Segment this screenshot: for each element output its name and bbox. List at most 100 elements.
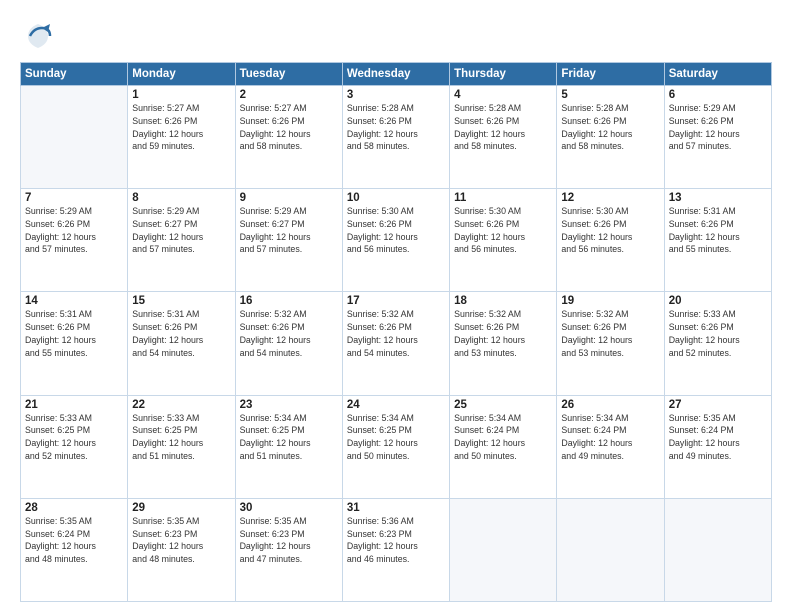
calendar-cell: 16Sunrise: 5:32 AM Sunset: 6:26 PM Dayli… xyxy=(235,292,342,395)
calendar-cell: 18Sunrise: 5:32 AM Sunset: 6:26 PM Dayli… xyxy=(450,292,557,395)
day-number: 20 xyxy=(669,295,767,307)
calendar-cell: 8Sunrise: 5:29 AM Sunset: 6:27 PM Daylig… xyxy=(128,189,235,292)
calendar-cell: 11Sunrise: 5:30 AM Sunset: 6:26 PM Dayli… xyxy=(450,189,557,292)
day-number: 19 xyxy=(561,295,659,307)
day-number: 1 xyxy=(132,89,230,101)
calendar-cell: 15Sunrise: 5:31 AM Sunset: 6:26 PM Dayli… xyxy=(128,292,235,395)
day-info: Sunrise: 5:27 AM Sunset: 6:26 PM Dayligh… xyxy=(132,102,230,153)
day-info: Sunrise: 5:34 AM Sunset: 6:25 PM Dayligh… xyxy=(347,412,445,463)
logo-icon xyxy=(20,18,56,54)
day-info: Sunrise: 5:28 AM Sunset: 6:26 PM Dayligh… xyxy=(561,102,659,153)
day-number: 22 xyxy=(132,399,230,411)
calendar-cell: 27Sunrise: 5:35 AM Sunset: 6:24 PM Dayli… xyxy=(664,395,771,498)
day-number: 8 xyxy=(132,192,230,204)
day-number: 13 xyxy=(669,192,767,204)
day-number: 4 xyxy=(454,89,552,101)
day-info: Sunrise: 5:28 AM Sunset: 6:26 PM Dayligh… xyxy=(347,102,445,153)
calendar-cell: 10Sunrise: 5:30 AM Sunset: 6:26 PM Dayli… xyxy=(342,189,449,292)
calendar-cell: 26Sunrise: 5:34 AM Sunset: 6:24 PM Dayli… xyxy=(557,395,664,498)
calendar-cell: 22Sunrise: 5:33 AM Sunset: 6:25 PM Dayli… xyxy=(128,395,235,498)
calendar-cell: 13Sunrise: 5:31 AM Sunset: 6:26 PM Dayli… xyxy=(664,189,771,292)
calendar-cell xyxy=(450,498,557,601)
day-number: 27 xyxy=(669,399,767,411)
day-info: Sunrise: 5:33 AM Sunset: 6:25 PM Dayligh… xyxy=(25,412,123,463)
calendar-week-5: 28Sunrise: 5:35 AM Sunset: 6:24 PM Dayli… xyxy=(21,498,772,601)
day-number: 12 xyxy=(561,192,659,204)
day-info: Sunrise: 5:33 AM Sunset: 6:26 PM Dayligh… xyxy=(669,308,767,359)
day-number: 31 xyxy=(347,502,445,514)
calendar-week-2: 7Sunrise: 5:29 AM Sunset: 6:26 PM Daylig… xyxy=(21,189,772,292)
header xyxy=(20,18,772,54)
weekday-header-saturday: Saturday xyxy=(664,63,771,86)
day-number: 28 xyxy=(25,502,123,514)
day-info: Sunrise: 5:34 AM Sunset: 6:24 PM Dayligh… xyxy=(454,412,552,463)
calendar-cell: 6Sunrise: 5:29 AM Sunset: 6:26 PM Daylig… xyxy=(664,86,771,189)
calendar-cell: 3Sunrise: 5:28 AM Sunset: 6:26 PM Daylig… xyxy=(342,86,449,189)
calendar-cell: 5Sunrise: 5:28 AM Sunset: 6:26 PM Daylig… xyxy=(557,86,664,189)
weekday-header-monday: Monday xyxy=(128,63,235,86)
day-number: 9 xyxy=(240,192,338,204)
weekday-header-sunday: Sunday xyxy=(21,63,128,86)
calendar-cell: 7Sunrise: 5:29 AM Sunset: 6:26 PM Daylig… xyxy=(21,189,128,292)
calendar-cell: 1Sunrise: 5:27 AM Sunset: 6:26 PM Daylig… xyxy=(128,86,235,189)
day-info: Sunrise: 5:31 AM Sunset: 6:26 PM Dayligh… xyxy=(25,308,123,359)
day-number: 29 xyxy=(132,502,230,514)
calendar-week-3: 14Sunrise: 5:31 AM Sunset: 6:26 PM Dayli… xyxy=(21,292,772,395)
calendar-body: 1Sunrise: 5:27 AM Sunset: 6:26 PM Daylig… xyxy=(21,86,772,602)
calendar-cell: 31Sunrise: 5:36 AM Sunset: 6:23 PM Dayli… xyxy=(342,498,449,601)
day-number: 17 xyxy=(347,295,445,307)
weekday-header-thursday: Thursday xyxy=(450,63,557,86)
calendar-week-4: 21Sunrise: 5:33 AM Sunset: 6:25 PM Dayli… xyxy=(21,395,772,498)
calendar-cell: 21Sunrise: 5:33 AM Sunset: 6:25 PM Dayli… xyxy=(21,395,128,498)
day-info: Sunrise: 5:32 AM Sunset: 6:26 PM Dayligh… xyxy=(240,308,338,359)
day-info: Sunrise: 5:27 AM Sunset: 6:26 PM Dayligh… xyxy=(240,102,338,153)
day-info: Sunrise: 5:33 AM Sunset: 6:25 PM Dayligh… xyxy=(132,412,230,463)
calendar-cell: 17Sunrise: 5:32 AM Sunset: 6:26 PM Dayli… xyxy=(342,292,449,395)
day-number: 18 xyxy=(454,295,552,307)
day-info: Sunrise: 5:29 AM Sunset: 6:26 PM Dayligh… xyxy=(669,102,767,153)
day-number: 3 xyxy=(347,89,445,101)
day-info: Sunrise: 5:28 AM Sunset: 6:26 PM Dayligh… xyxy=(454,102,552,153)
day-number: 2 xyxy=(240,89,338,101)
calendar-cell xyxy=(664,498,771,601)
logo xyxy=(20,18,60,54)
day-number: 5 xyxy=(561,89,659,101)
weekday-header-row: SundayMondayTuesdayWednesdayThursdayFrid… xyxy=(21,63,772,86)
day-info: Sunrise: 5:35 AM Sunset: 6:23 PM Dayligh… xyxy=(240,515,338,566)
calendar-week-1: 1Sunrise: 5:27 AM Sunset: 6:26 PM Daylig… xyxy=(21,86,772,189)
day-info: Sunrise: 5:29 AM Sunset: 6:26 PM Dayligh… xyxy=(25,205,123,256)
day-info: Sunrise: 5:31 AM Sunset: 6:26 PM Dayligh… xyxy=(669,205,767,256)
calendar-cell: 19Sunrise: 5:32 AM Sunset: 6:26 PM Dayli… xyxy=(557,292,664,395)
day-info: Sunrise: 5:35 AM Sunset: 6:23 PM Dayligh… xyxy=(132,515,230,566)
day-info: Sunrise: 5:30 AM Sunset: 6:26 PM Dayligh… xyxy=(347,205,445,256)
day-info: Sunrise: 5:34 AM Sunset: 6:24 PM Dayligh… xyxy=(561,412,659,463)
calendar: SundayMondayTuesdayWednesdayThursdayFrid… xyxy=(20,62,772,602)
day-info: Sunrise: 5:32 AM Sunset: 6:26 PM Dayligh… xyxy=(561,308,659,359)
day-info: Sunrise: 5:36 AM Sunset: 6:23 PM Dayligh… xyxy=(347,515,445,566)
day-info: Sunrise: 5:29 AM Sunset: 6:27 PM Dayligh… xyxy=(240,205,338,256)
calendar-cell: 14Sunrise: 5:31 AM Sunset: 6:26 PM Dayli… xyxy=(21,292,128,395)
calendar-cell: 9Sunrise: 5:29 AM Sunset: 6:27 PM Daylig… xyxy=(235,189,342,292)
day-number: 21 xyxy=(25,399,123,411)
day-info: Sunrise: 5:31 AM Sunset: 6:26 PM Dayligh… xyxy=(132,308,230,359)
day-info: Sunrise: 5:32 AM Sunset: 6:26 PM Dayligh… xyxy=(454,308,552,359)
day-info: Sunrise: 5:35 AM Sunset: 6:24 PM Dayligh… xyxy=(669,412,767,463)
calendar-cell: 4Sunrise: 5:28 AM Sunset: 6:26 PM Daylig… xyxy=(450,86,557,189)
calendar-cell xyxy=(21,86,128,189)
calendar-cell: 29Sunrise: 5:35 AM Sunset: 6:23 PM Dayli… xyxy=(128,498,235,601)
day-number: 6 xyxy=(669,89,767,101)
calendar-cell: 12Sunrise: 5:30 AM Sunset: 6:26 PM Dayli… xyxy=(557,189,664,292)
calendar-cell: 24Sunrise: 5:34 AM Sunset: 6:25 PM Dayli… xyxy=(342,395,449,498)
weekday-header-tuesday: Tuesday xyxy=(235,63,342,86)
day-number: 16 xyxy=(240,295,338,307)
day-info: Sunrise: 5:29 AM Sunset: 6:27 PM Dayligh… xyxy=(132,205,230,256)
day-number: 7 xyxy=(25,192,123,204)
page: SundayMondayTuesdayWednesdayThursdayFrid… xyxy=(0,0,792,612)
day-info: Sunrise: 5:35 AM Sunset: 6:24 PM Dayligh… xyxy=(25,515,123,566)
day-info: Sunrise: 5:34 AM Sunset: 6:25 PM Dayligh… xyxy=(240,412,338,463)
calendar-cell xyxy=(557,498,664,601)
calendar-cell: 20Sunrise: 5:33 AM Sunset: 6:26 PM Dayli… xyxy=(664,292,771,395)
calendar-cell: 30Sunrise: 5:35 AM Sunset: 6:23 PM Dayli… xyxy=(235,498,342,601)
day-info: Sunrise: 5:30 AM Sunset: 6:26 PM Dayligh… xyxy=(561,205,659,256)
day-number: 30 xyxy=(240,502,338,514)
